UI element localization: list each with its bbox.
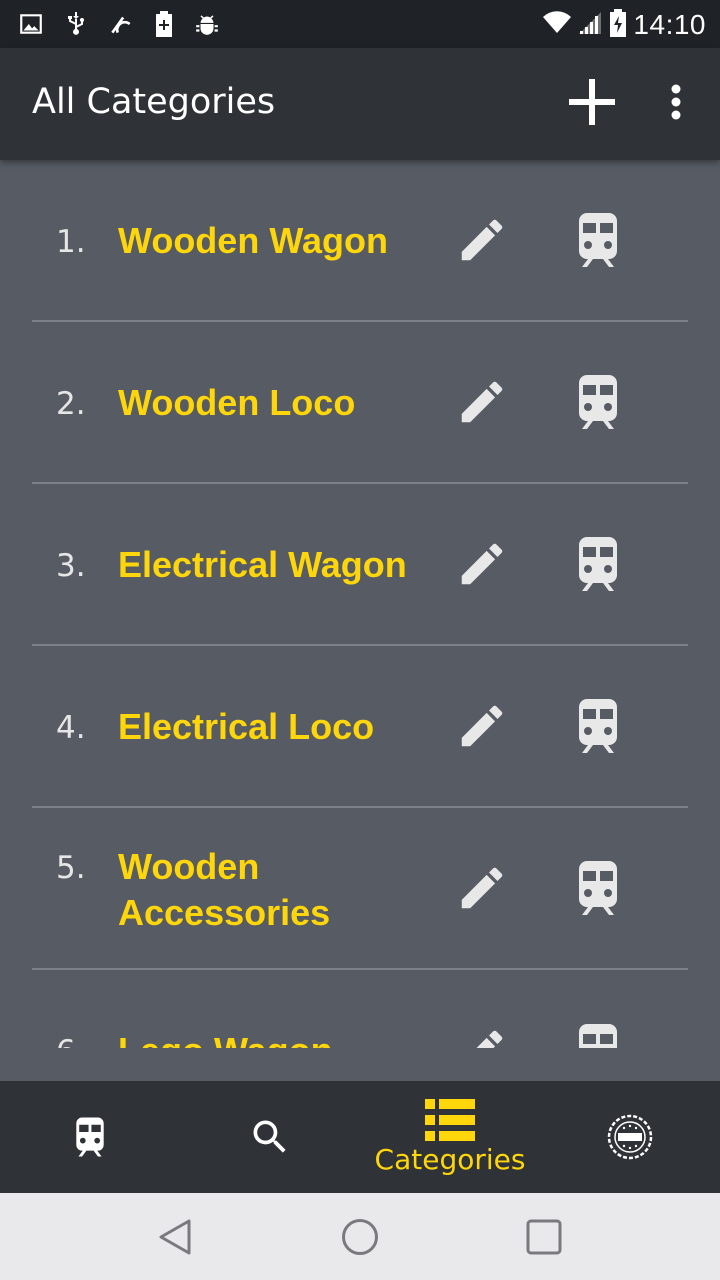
train-icon: [76, 1117, 104, 1157]
category-name: Lego Wagon: [118, 1028, 428, 1048]
item-number: 5.: [56, 850, 86, 886]
nav-categories[interactable]: Categories: [360, 1081, 540, 1193]
view-items-button[interactable]: [566, 208, 630, 272]
home-button[interactable]: [330, 1213, 390, 1261]
edit-button[interactable]: [450, 694, 514, 758]
category-name: Electrical Wagon: [118, 544, 407, 585]
page-title: All Categories: [32, 82, 276, 122]
back-button[interactable]: [145, 1213, 205, 1261]
nav-trains[interactable]: [0, 1081, 180, 1193]
list-item[interactable]: 1. Wooden Wagon: [32, 160, 688, 322]
recents-button[interactable]: [514, 1213, 574, 1261]
app-bar: All Categories: [0, 48, 720, 160]
pencil-icon: [461, 543, 503, 585]
search-icon: [253, 1120, 286, 1153]
more-options-button[interactable]: [656, 78, 696, 130]
edit-button[interactable]: [450, 532, 514, 596]
usb-icon: [64, 10, 88, 38]
nav-categories-label: Categories: [374, 1142, 526, 1176]
train-icon: [579, 699, 617, 753]
train-icon: [579, 537, 617, 591]
recents-square-icon: [526, 1219, 562, 1255]
list-item[interactable]: 4. Electrical Loco: [32, 646, 688, 808]
view-items-button[interactable]: [566, 532, 630, 596]
nav-search[interactable]: [180, 1081, 360, 1193]
category-name: Electrical Loco: [118, 706, 375, 747]
view-items-button[interactable]: [566, 856, 630, 920]
train-icon: [579, 861, 617, 915]
list-icon: [425, 1098, 475, 1141]
add-category-button[interactable]: [562, 78, 622, 130]
add-icon: [569, 79, 615, 129]
item-number: 2.: [56, 386, 86, 422]
battery-charging-icon: [609, 8, 627, 42]
train-icon: [579, 375, 617, 429]
status-bar: 14:10: [0, 0, 720, 48]
list-item[interactable]: 6. Lego Wagon: [32, 970, 688, 1048]
edit-button[interactable]: [450, 208, 514, 272]
image-icon: [18, 11, 44, 37]
category-name: Wooden Wagon: [118, 220, 388, 261]
item-number: 3.: [56, 548, 86, 584]
pencil-icon: [461, 867, 503, 909]
pencil-icon: [476, 1030, 503, 1048]
status-left-icons: [18, 10, 220, 38]
signal-app-icon: [108, 11, 134, 37]
bottom-navigation: Categories: [0, 1081, 720, 1193]
status-time: 14:10: [633, 9, 706, 40]
view-items-button[interactable]: [566, 370, 630, 434]
edit-button[interactable]: [450, 856, 514, 920]
edit-button[interactable]: [450, 1019, 514, 1048]
cell-signal-icon: [577, 10, 603, 40]
status-right-icons: 14:10: [543, 8, 706, 42]
view-items-button[interactable]: [566, 694, 630, 758]
nav-brands[interactable]: [540, 1081, 720, 1193]
train-icon: [579, 213, 617, 267]
view-items-button[interactable]: [566, 1019, 630, 1048]
item-number: 4.: [56, 710, 86, 746]
list-item[interactable]: 3. Electrical Wagon: [32, 484, 688, 646]
pencil-icon: [461, 219, 503, 261]
wifi-icon: [543, 11, 572, 39]
edit-button[interactable]: [450, 370, 514, 434]
category-list[interactable]: 1. Wooden Wagon 2. Wooden Loco 3. Electr…: [0, 160, 720, 1048]
android-debug-icon: [194, 11, 220, 37]
pencil-icon: [461, 705, 503, 747]
list-item[interactable]: 5. Wooden Accessories: [32, 808, 688, 970]
category-name: Wooden Loco: [118, 382, 356, 423]
train-icon: [579, 1024, 617, 1048]
more-vert-icon: [670, 84, 682, 124]
home-circle-icon: [342, 1219, 378, 1255]
back-triangle-icon: [159, 1219, 191, 1255]
system-navigation-bar: [0, 1193, 720, 1280]
item-number: 1.: [56, 224, 86, 260]
item-number: 6.: [56, 1034, 116, 1048]
battery-plus-icon: [154, 10, 174, 38]
brand-badge-icon: [607, 1114, 653, 1160]
pencil-icon: [461, 381, 503, 423]
list-item[interactable]: 2. Wooden Loco: [32, 322, 688, 484]
category-name: Wooden Accessories: [118, 846, 331, 933]
